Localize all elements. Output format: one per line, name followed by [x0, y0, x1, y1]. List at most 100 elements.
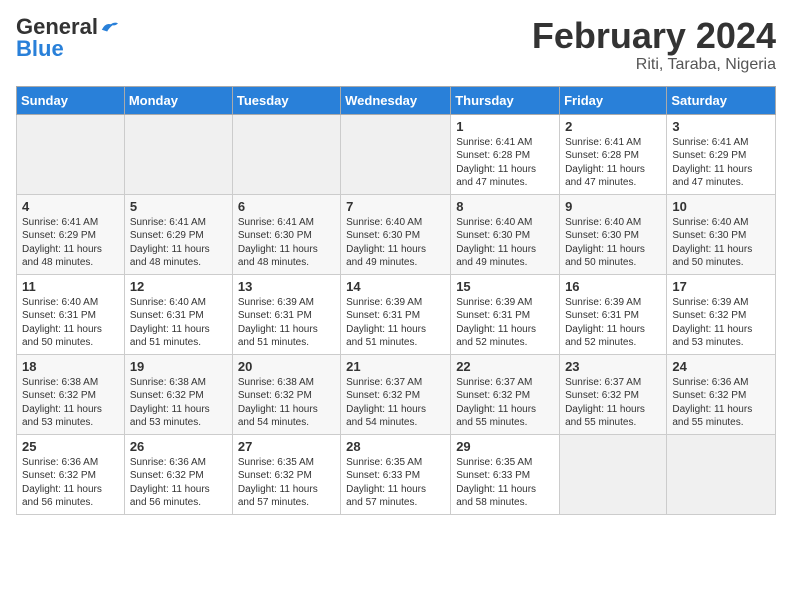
day-number: 27 — [238, 439, 335, 454]
header-day-friday: Friday — [560, 86, 667, 114]
day-info: Sunrise: 6:41 AM Sunset: 6:28 PM Dayligh… — [456, 136, 554, 190]
header-day-tuesday: Tuesday — [232, 86, 340, 114]
calendar-week-0: 1 Sunrise: 6:41 AM Sunset: 6:28 PM Daylig… — [17, 114, 776, 194]
day-info: Sunrise: 6:40 AM Sunset: 6:30 PM Dayligh… — [346, 216, 445, 270]
header-day-thursday: Thursday — [451, 86, 560, 114]
calendar-cell: 20 Sunrise: 6:38 AM Sunset: 6:32 PM Dayli… — [232, 354, 340, 434]
calendar-cell: 5 Sunrise: 6:41 AM Sunset: 6:29 PM Daylig… — [124, 194, 232, 274]
day-number: 28 — [346, 439, 445, 454]
header-day-sunday: Sunday — [17, 86, 125, 114]
day-number: 11 — [22, 279, 119, 294]
logo-blue: Blue — [16, 38, 64, 60]
day-info: Sunrise: 6:39 AM Sunset: 6:31 PM Dayligh… — [238, 296, 335, 350]
day-info: Sunrise: 6:39 AM Sunset: 6:32 PM Dayligh… — [672, 296, 770, 350]
day-number: 6 — [238, 199, 335, 214]
header-day-wednesday: Wednesday — [341, 86, 451, 114]
calendar-cell: 7 Sunrise: 6:40 AM Sunset: 6:30 PM Daylig… — [341, 194, 451, 274]
logo-general: General — [16, 16, 98, 38]
day-info: Sunrise: 6:40 AM Sunset: 6:30 PM Dayligh… — [565, 216, 661, 270]
calendar-week-1: 4 Sunrise: 6:41 AM Sunset: 6:29 PM Daylig… — [17, 194, 776, 274]
day-number: 20 — [238, 359, 335, 374]
day-info: Sunrise: 6:41 AM Sunset: 6:30 PM Dayligh… — [238, 216, 335, 270]
calendar-week-3: 18 Sunrise: 6:38 AM Sunset: 6:32 PM Dayli… — [17, 354, 776, 434]
day-info: Sunrise: 6:40 AM Sunset: 6:31 PM Dayligh… — [130, 296, 227, 350]
location-subtitle: Riti, Taraba, Nigeria — [532, 56, 776, 74]
calendar-cell: 13Sunrise: 6:39 AM Sunset: 6:31 PM Dayli… — [232, 274, 340, 354]
calendar-cell: 24 Sunrise: 6:36 AM Sunset: 6:32 PM Dayli… — [667, 354, 776, 434]
calendar-table: SundayMondayTuesdayWednesdayThursdayFrid… — [16, 86, 776, 515]
day-info: Sunrise: 6:39 AM Sunset: 6:31 PM Dayligh… — [456, 296, 554, 350]
calendar-cell: 9Sunrise: 6:40 AM Sunset: 6:30 PM Daylig… — [560, 194, 667, 274]
day-info: Sunrise: 6:41 AM Sunset: 6:28 PM Dayligh… — [565, 136, 661, 190]
day-number: 18 — [22, 359, 119, 374]
day-info: Sunrise: 6:37 AM Sunset: 6:32 PM Dayligh… — [565, 376, 661, 430]
day-info: Sunrise: 6:38 AM Sunset: 6:32 PM Dayligh… — [130, 376, 227, 430]
day-number: 26 — [130, 439, 227, 454]
calendar-week-2: 11 Sunrise: 6:40 AM Sunset: 6:31 PM Dayli… — [17, 274, 776, 354]
calendar-cell: 11Sunrise: 6:40 AM Sunset: 6:31 PM Dayli… — [17, 274, 125, 354]
day-number: 2 — [565, 119, 661, 134]
calendar-cell — [341, 114, 451, 194]
day-number: 3 — [672, 119, 770, 134]
calendar-cell: 18 Sunrise: 6:38 AM Sunset: 6:32 PM Dayli… — [17, 354, 125, 434]
calendar-cell: 23 Sunrise: 6:37 AM Sunset: 6:32 PM Dayli… — [560, 354, 667, 434]
header-day-saturday: Saturday — [667, 86, 776, 114]
day-number: 4 — [22, 199, 119, 214]
day-number: 19 — [130, 359, 227, 374]
day-info: Sunrise: 6:36 AM Sunset: 6:32 PM Dayligh… — [672, 376, 770, 430]
calendar-cell: 16Sunrise: 6:39 AM Sunset: 6:31 PM Dayli… — [560, 274, 667, 354]
day-number: 25 — [22, 439, 119, 454]
calendar-cell: 1 Sunrise: 6:41 AM Sunset: 6:28 PM Daylig… — [451, 114, 560, 194]
calendar-cell: 4 Sunrise: 6:41 AM Sunset: 6:29 PM Daylig… — [17, 194, 125, 274]
day-info: Sunrise: 6:41 AM Sunset: 6:29 PM Dayligh… — [22, 216, 119, 270]
day-info: Sunrise: 6:39 AM Sunset: 6:31 PM Dayligh… — [346, 296, 445, 350]
day-number: 1 — [456, 119, 554, 134]
calendar-cell — [124, 114, 232, 194]
calendar-cell: 22Sunrise: 6:37 AM Sunset: 6:32 PM Dayli… — [451, 354, 560, 434]
calendar-cell: 26 Sunrise: 6:36 AM Sunset: 6:32 PM Dayli… — [124, 434, 232, 514]
calendar-cell — [17, 114, 125, 194]
day-info: Sunrise: 6:35 AM Sunset: 6:33 PM Dayligh… — [456, 456, 554, 510]
calendar-cell: 27 Sunrise: 6:35 AM Sunset: 6:32 PM Dayli… — [232, 434, 340, 514]
calendar-cell: 21Sunrise: 6:37 AM Sunset: 6:32 PM Dayli… — [341, 354, 451, 434]
day-number: 23 — [565, 359, 661, 374]
day-info: Sunrise: 6:37 AM Sunset: 6:32 PM Dayligh… — [456, 376, 554, 430]
calendar-header-row: SundayMondayTuesdayWednesdayThursdayFrid… — [17, 86, 776, 114]
header: General Blue February 2024 Riti, Taraba,… — [16, 16, 776, 74]
day-number: 7 — [346, 199, 445, 214]
calendar-week-4: 25 Sunrise: 6:36 AM Sunset: 6:32 PM Dayli… — [17, 434, 776, 514]
header-day-monday: Monday — [124, 86, 232, 114]
calendar-cell: 28Sunrise: 6:35 AM Sunset: 6:33 PM Dayli… — [341, 434, 451, 514]
calendar-cell — [232, 114, 340, 194]
day-number: 16 — [565, 279, 661, 294]
day-info: Sunrise: 6:41 AM Sunset: 6:29 PM Dayligh… — [130, 216, 227, 270]
day-info: Sunrise: 6:35 AM Sunset: 6:32 PM Dayligh… — [238, 456, 335, 510]
day-info: Sunrise: 6:36 AM Sunset: 6:32 PM Dayligh… — [22, 456, 119, 510]
calendar-body: 1 Sunrise: 6:41 AM Sunset: 6:28 PM Daylig… — [17, 114, 776, 514]
day-info: Sunrise: 6:38 AM Sunset: 6:32 PM Dayligh… — [22, 376, 119, 430]
month-year-title: February 2024 — [532, 16, 776, 56]
calendar-cell: 14Sunrise: 6:39 AM Sunset: 6:31 PM Dayli… — [341, 274, 451, 354]
calendar-cell: 10 Sunrise: 6:40 AM Sunset: 6:30 PM Dayli… — [667, 194, 776, 274]
day-number: 15 — [456, 279, 554, 294]
day-info: Sunrise: 6:40 AM Sunset: 6:30 PM Dayligh… — [456, 216, 554, 270]
logo: General Blue — [16, 16, 118, 60]
calendar-cell: 6 Sunrise: 6:41 AM Sunset: 6:30 PM Daylig… — [232, 194, 340, 274]
calendar-cell: 15 Sunrise: 6:39 AM Sunset: 6:31 PM Dayli… — [451, 274, 560, 354]
calendar-cell: 19 Sunrise: 6:38 AM Sunset: 6:32 PM Dayli… — [124, 354, 232, 434]
calendar-cell: 25 Sunrise: 6:36 AM Sunset: 6:32 PM Dayli… — [17, 434, 125, 514]
calendar-cell: 17 Sunrise: 6:39 AM Sunset: 6:32 PM Dayli… — [667, 274, 776, 354]
day-info: Sunrise: 6:36 AM Sunset: 6:32 PM Dayligh… — [130, 456, 227, 510]
calendar-cell: 29Sunrise: 6:35 AM Sunset: 6:33 PM Dayli… — [451, 434, 560, 514]
day-number: 5 — [130, 199, 227, 214]
day-number: 24 — [672, 359, 770, 374]
calendar-cell: 3Sunrise: 6:41 AM Sunset: 6:29 PM Daylig… — [667, 114, 776, 194]
day-info: Sunrise: 6:40 AM Sunset: 6:30 PM Dayligh… — [672, 216, 770, 270]
day-number: 12 — [130, 279, 227, 294]
calendar-cell — [560, 434, 667, 514]
day-number: 17 — [672, 279, 770, 294]
day-info: Sunrise: 6:38 AM Sunset: 6:32 PM Dayligh… — [238, 376, 335, 430]
calendar-cell — [667, 434, 776, 514]
calendar-cell: 8Sunrise: 6:40 AM Sunset: 6:30 PM Daylig… — [451, 194, 560, 274]
day-number: 10 — [672, 199, 770, 214]
